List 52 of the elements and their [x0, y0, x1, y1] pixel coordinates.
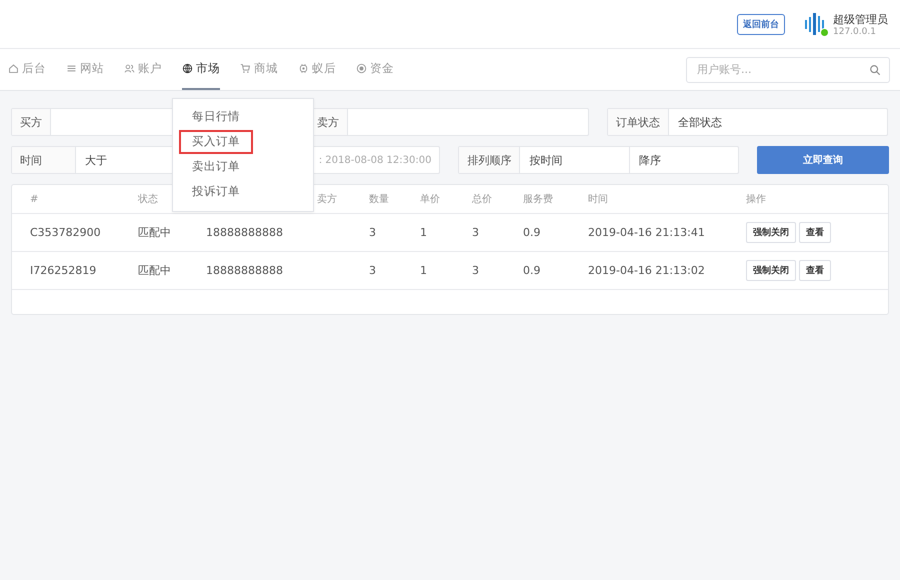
column-header: 时间 [588, 192, 609, 206]
column-header: 总价 [472, 192, 493, 206]
user-name: 超级管理员 [833, 12, 888, 26]
table-cell-text: 2019-04-16 21:13:41 [588, 226, 706, 239]
table-cell-text: I726252819 [30, 264, 98, 277]
table-cell-text: C353782900 [30, 226, 102, 239]
column-header: 操作 [746, 193, 767, 206]
query-button[interactable]: 立即查询 [757, 146, 889, 174]
table-cell-text: 匹配中 [138, 225, 172, 240]
table-cell-text: 匹配中 [138, 263, 172, 278]
column-header: 单价 [420, 192, 441, 206]
menu-item[interactable]: 投诉订单 [179, 180, 253, 204]
menu-item[interactable]: 买入订单 [179, 130, 253, 154]
action-button[interactable]: 强制关闭 [746, 260, 796, 281]
date-field[interactable]: ：2018-08-08 12:30:00 [307, 154, 432, 166]
table-cell-text: 18888888888 [206, 226, 284, 239]
globe-icon [182, 63, 193, 74]
cart-icon [240, 63, 251, 74]
search-icon [869, 64, 881, 76]
coin-icon [356, 63, 367, 74]
column-header: 数量 [369, 193, 390, 206]
nav-tab[interactable]: 市场 [182, 49, 220, 90]
field-label: 时间 [12, 147, 76, 173]
table-cell-text: 0.9 [523, 226, 542, 239]
action-button[interactable]: 强制关闭 [746, 222, 796, 243]
table-cell-text: 2019-04-16 21:13:02 [588, 264, 706, 277]
table-cell-text: 3 [472, 264, 480, 277]
table-cell-text: 3 [472, 226, 480, 239]
column-header: 状态 [138, 192, 159, 206]
action-button[interactable]: 查看 [799, 222, 831, 243]
column-header: 服务费 [523, 192, 554, 206]
table-cell-text: 1 [420, 264, 428, 277]
table-cell-text: 1 [420, 226, 428, 239]
search-box[interactable]: 用户账号... [686, 56, 890, 82]
column-header: # [30, 194, 40, 204]
menu-item[interactable]: 每日行情 [179, 105, 253, 129]
users-icon [124, 63, 135, 74]
list-icon [66, 63, 77, 74]
return-frontend-button[interactable]: 返回前台 [737, 14, 785, 34]
user-ip: 127.0.0.1 [833, 26, 877, 36]
field-label: 买方 [12, 109, 51, 135]
table-cell-text: 3 [369, 264, 377, 277]
column-header: 卖方 [317, 192, 338, 206]
table-cell-text: 18888888888 [206, 264, 284, 277]
nav-tab[interactable]: 网站 [66, 49, 104, 90]
bug-icon [298, 63, 309, 74]
table-cell-text: 3 [369, 226, 377, 239]
logo-icon [803, 12, 827, 36]
nav-tab[interactable]: 商城 [240, 49, 278, 90]
table-cell-text: 0.9 [523, 264, 542, 277]
action-button[interactable]: 查看 [799, 260, 831, 281]
home-icon [8, 63, 19, 74]
